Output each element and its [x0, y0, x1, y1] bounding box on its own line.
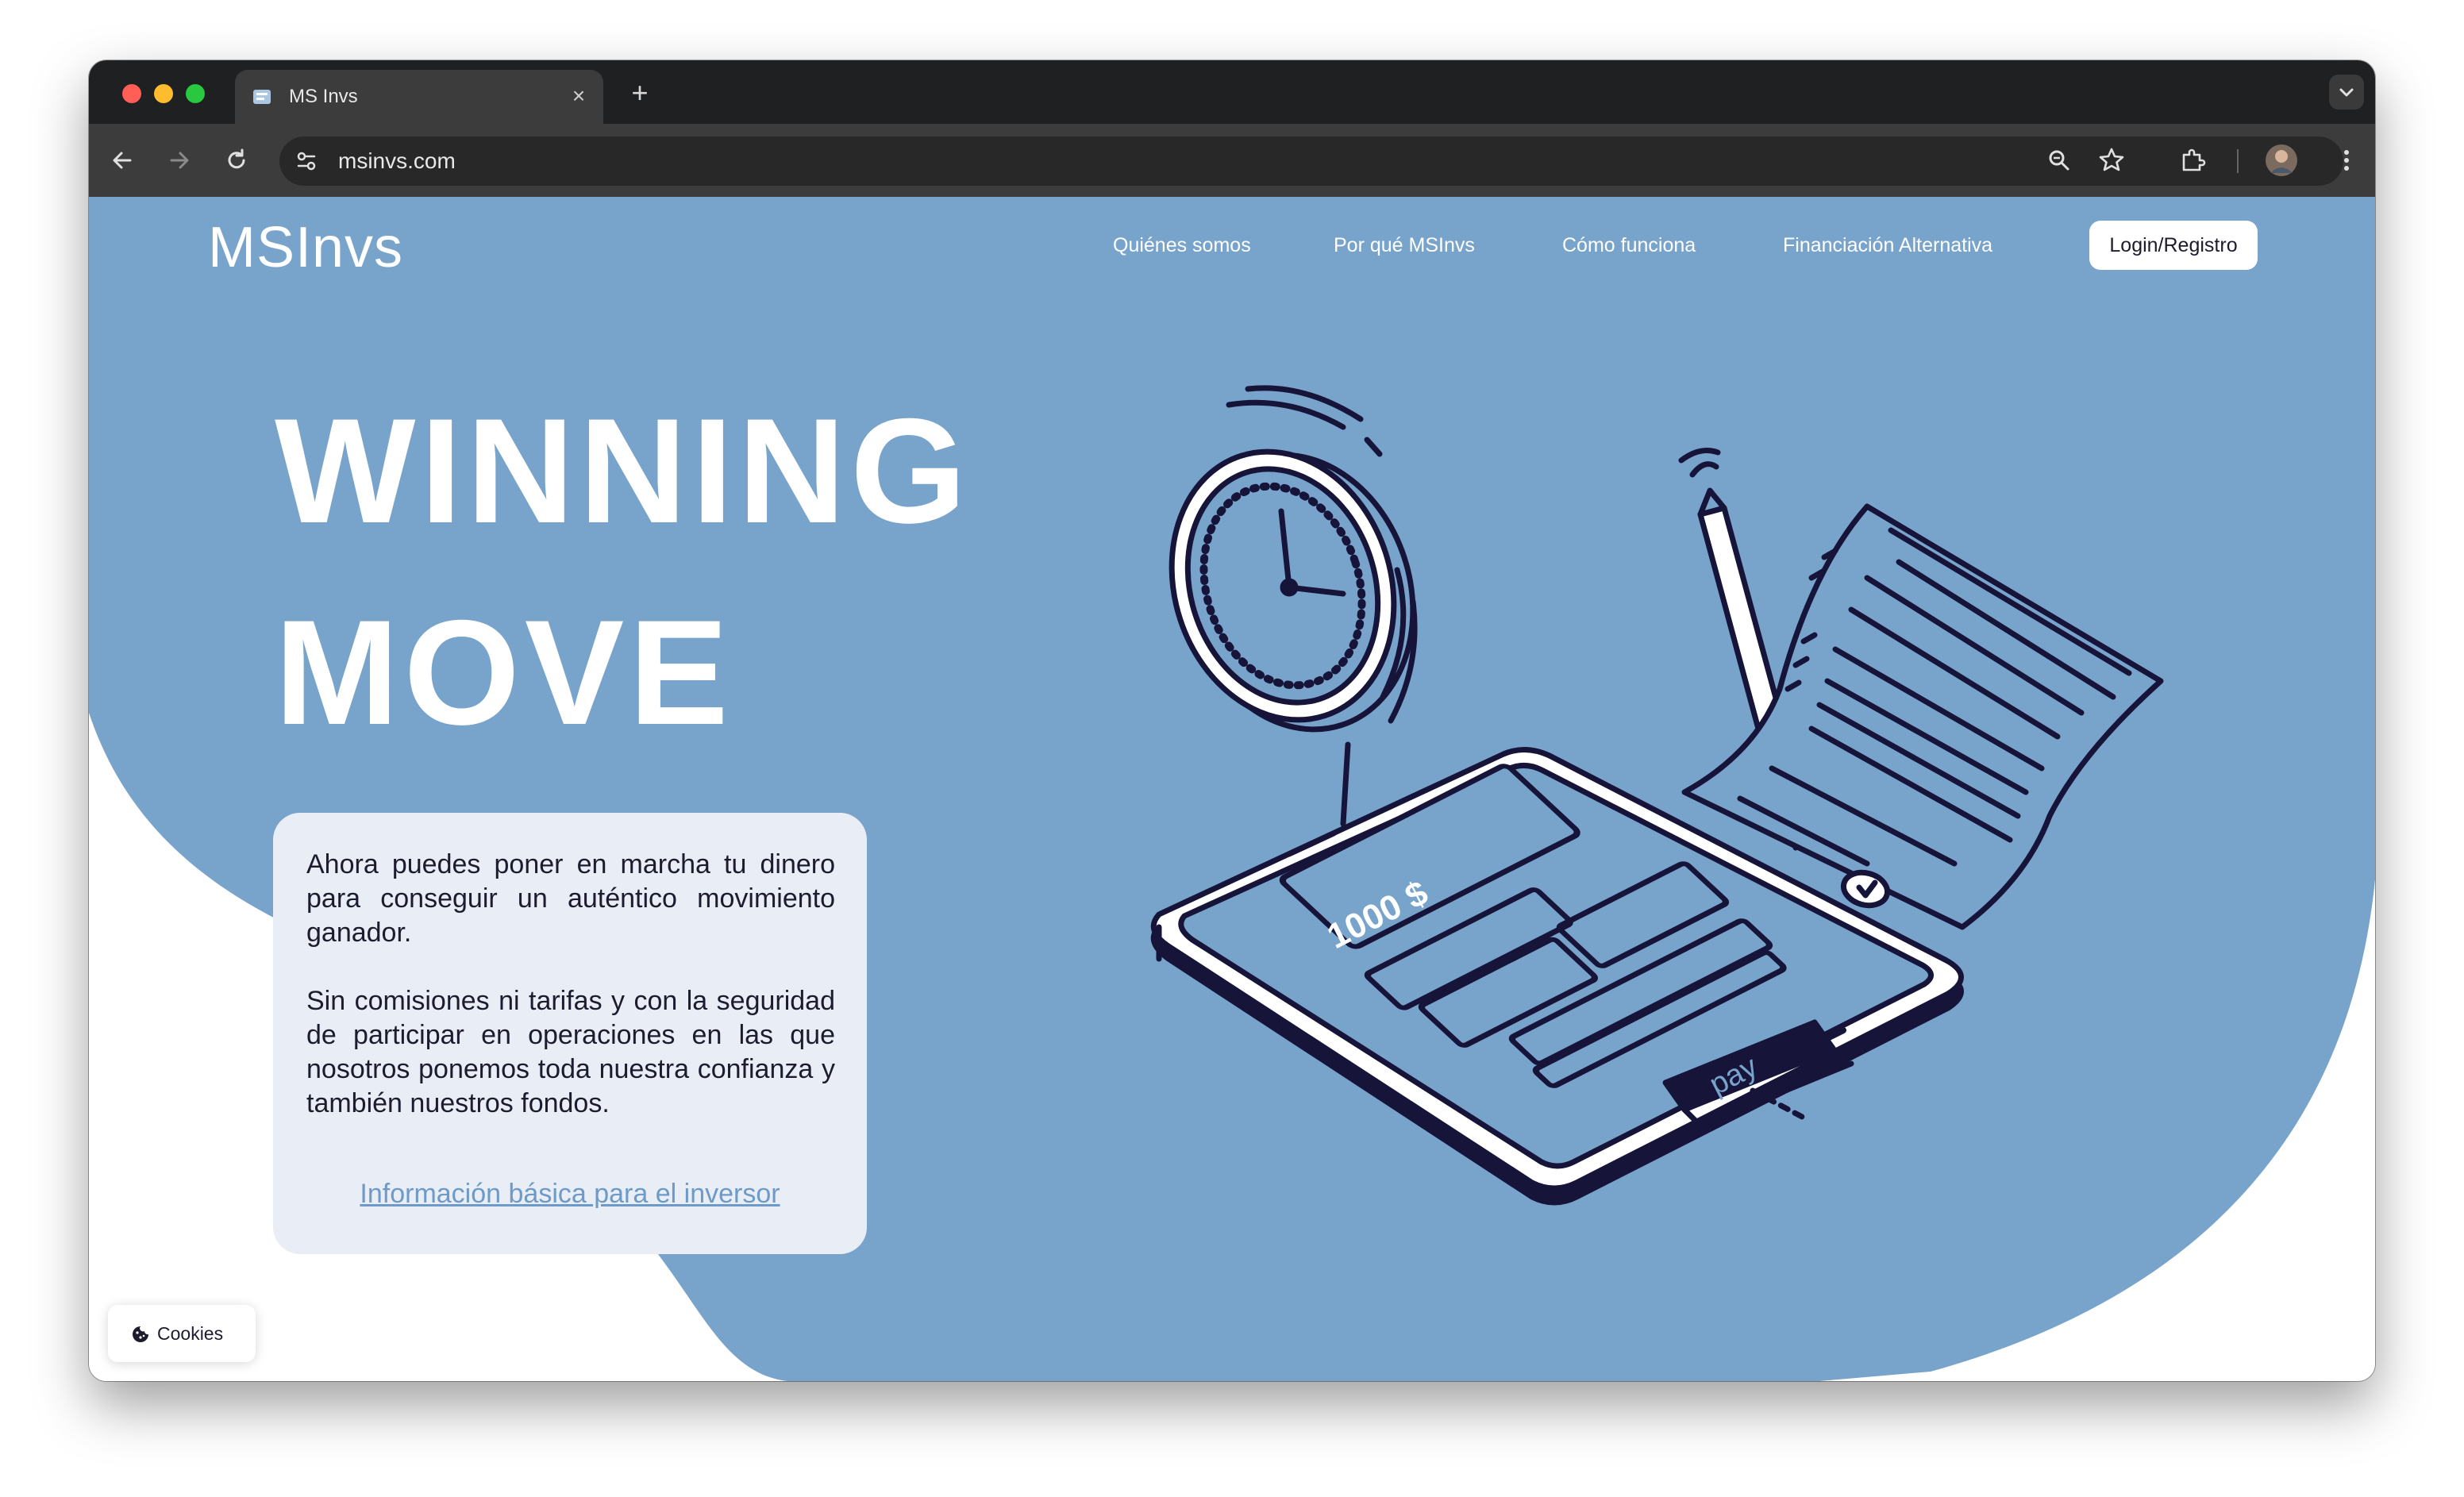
tab-close-icon[interactable]: ×: [565, 83, 592, 110]
address-bar[interactable]: msinvs.com: [279, 137, 2343, 186]
nav-quienes-somos[interactable]: Quiénes somos: [1113, 233, 1251, 257]
reload-icon[interactable]: [221, 144, 252, 176]
site-info-icon[interactable]: [291, 145, 322, 177]
hero-title-line1: WINNING: [275, 387, 972, 554]
login-register-button[interactable]: Login/Registro: [2089, 221, 2258, 270]
tab-title: MS Invs: [289, 86, 358, 107]
tab-strip: MS Invs × +: [89, 60, 2375, 124]
investor-info-link[interactable]: Información básica para el inversor: [273, 1178, 867, 1210]
tab-active[interactable]: MS Invs ×: [235, 70, 603, 124]
toolbar-divider: [2237, 149, 2239, 173]
new-tab-button[interactable]: +: [626, 79, 654, 108]
maximize-window-button[interactable]: [186, 84, 205, 103]
menu-kebab-icon[interactable]: [2331, 144, 2362, 176]
zoom-icon[interactable]: [2043, 144, 2075, 176]
cookie-icon: [133, 1326, 148, 1342]
chevron-down-icon: [2339, 88, 2354, 97]
hero-info-card: Ahora puedes poner en marcha tu dinero p…: [273, 813, 867, 1254]
browser-window: MS Invs × + msinvs.com MSInvs Quiénes so…: [89, 60, 2375, 1381]
site-favicon-icon: [253, 90, 271, 104]
page-content: MSInvs Quiénes somos Por qué MSInvs Cómo…: [89, 197, 2375, 1381]
cookies-button[interactable]: Cookies: [108, 1305, 256, 1362]
hero-paragraph-2: Sin comisiones ni tarifas y con la segur…: [306, 986, 835, 1118]
stopwatch-icon: [1168, 385, 1418, 827]
url-text: msinvs.com: [338, 148, 456, 173]
nav-por-que[interactable]: Por qué MSInvs: [1334, 233, 1475, 257]
nav-financiacion-alternativa[interactable]: Financiación Alternativa: [1783, 233, 1992, 257]
hero-paragraph-1: Ahora puedes poner en marcha tu dinero p…: [306, 849, 835, 948]
close-window-button[interactable]: [122, 84, 141, 103]
browser-toolbar: msinvs.com: [89, 124, 2375, 197]
minimize-window-button[interactable]: [154, 84, 173, 103]
bookmark-star-icon[interactable]: [2096, 144, 2127, 176]
cookies-label: Cookies: [157, 1323, 224, 1344]
back-icon[interactable]: [106, 144, 138, 176]
nav-como-funciona[interactable]: Cómo funciona: [1562, 233, 1696, 257]
tab-list-button[interactable]: [2329, 75, 2364, 110]
hero-title-line2: MOVE: [275, 589, 733, 756]
site-logo[interactable]: MSInvs: [208, 216, 403, 279]
forward-icon[interactable]: [164, 144, 195, 176]
extensions-icon[interactable]: [2177, 144, 2208, 176]
hero-illustration: 1000 $ pay: [1150, 385, 2164, 1206]
profile-avatar[interactable]: [2264, 143, 2299, 178]
